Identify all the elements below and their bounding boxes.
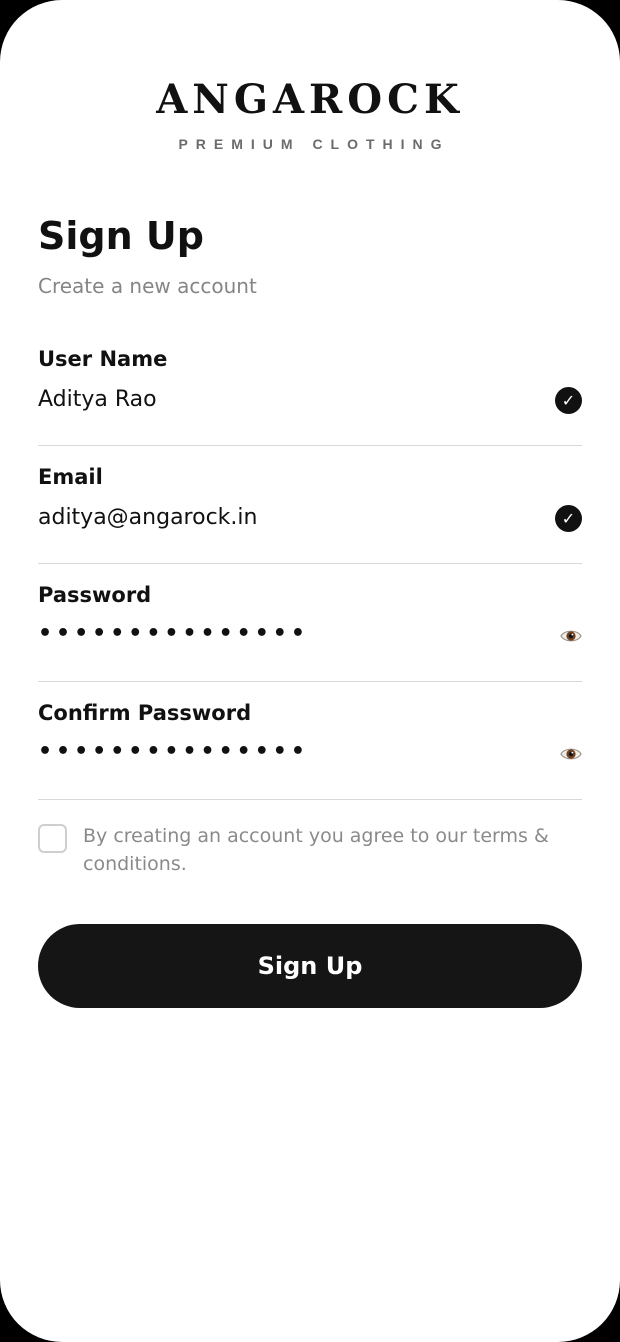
terms-agreement: By creating an account you agree to our … <box>38 822 582 882</box>
email-label: Email <box>38 465 103 489</box>
brand-tagline: PREMIUM CLOTHING <box>178 136 450 152</box>
confirm-password-field[interactable]: Confirm Password ••••••••••••••• <box>38 699 582 800</box>
check-circle-icon: ✓ <box>555 505 582 532</box>
page-title: Sign Up <box>38 214 204 258</box>
brand-logo: ANGAROCK <box>156 76 464 123</box>
confirm-password-label: Confirm Password <box>38 701 252 725</box>
eye-icon[interactable] <box>560 743 582 765</box>
username-label: User Name <box>38 347 168 371</box>
password-label: Password <box>38 583 152 607</box>
brand-header: ANGAROCK PREMIUM CLOTHING <box>0 76 620 152</box>
eye-icon[interactable] <box>560 625 582 647</box>
terms-text: By creating an account you agree to our … <box>83 825 549 875</box>
page-subtitle: Create a new account <box>38 274 257 298</box>
username-field[interactable]: User Name Aditya Rao ✓ <box>38 345 582 446</box>
username-input[interactable]: Aditya Rao <box>38 385 528 415</box>
terms-checkbox[interactable] <box>38 824 67 853</box>
signup-screen: ANGAROCK PREMIUM CLOTHING Sign Up Create… <box>0 0 620 1342</box>
sign-up-button[interactable]: Sign Up <box>38 924 582 1008</box>
email-input[interactable]: aditya@angarock.in <box>38 503 528 533</box>
check-circle-icon: ✓ <box>555 387 582 414</box>
password-field[interactable]: Password ••••••••••••••• <box>38 581 582 682</box>
email-field[interactable]: Email aditya@angarock.in ✓ <box>38 463 582 564</box>
confirm-password-input[interactable]: ••••••••••••••• <box>38 737 309 767</box>
password-input[interactable]: ••••••••••••••• <box>38 619 309 649</box>
